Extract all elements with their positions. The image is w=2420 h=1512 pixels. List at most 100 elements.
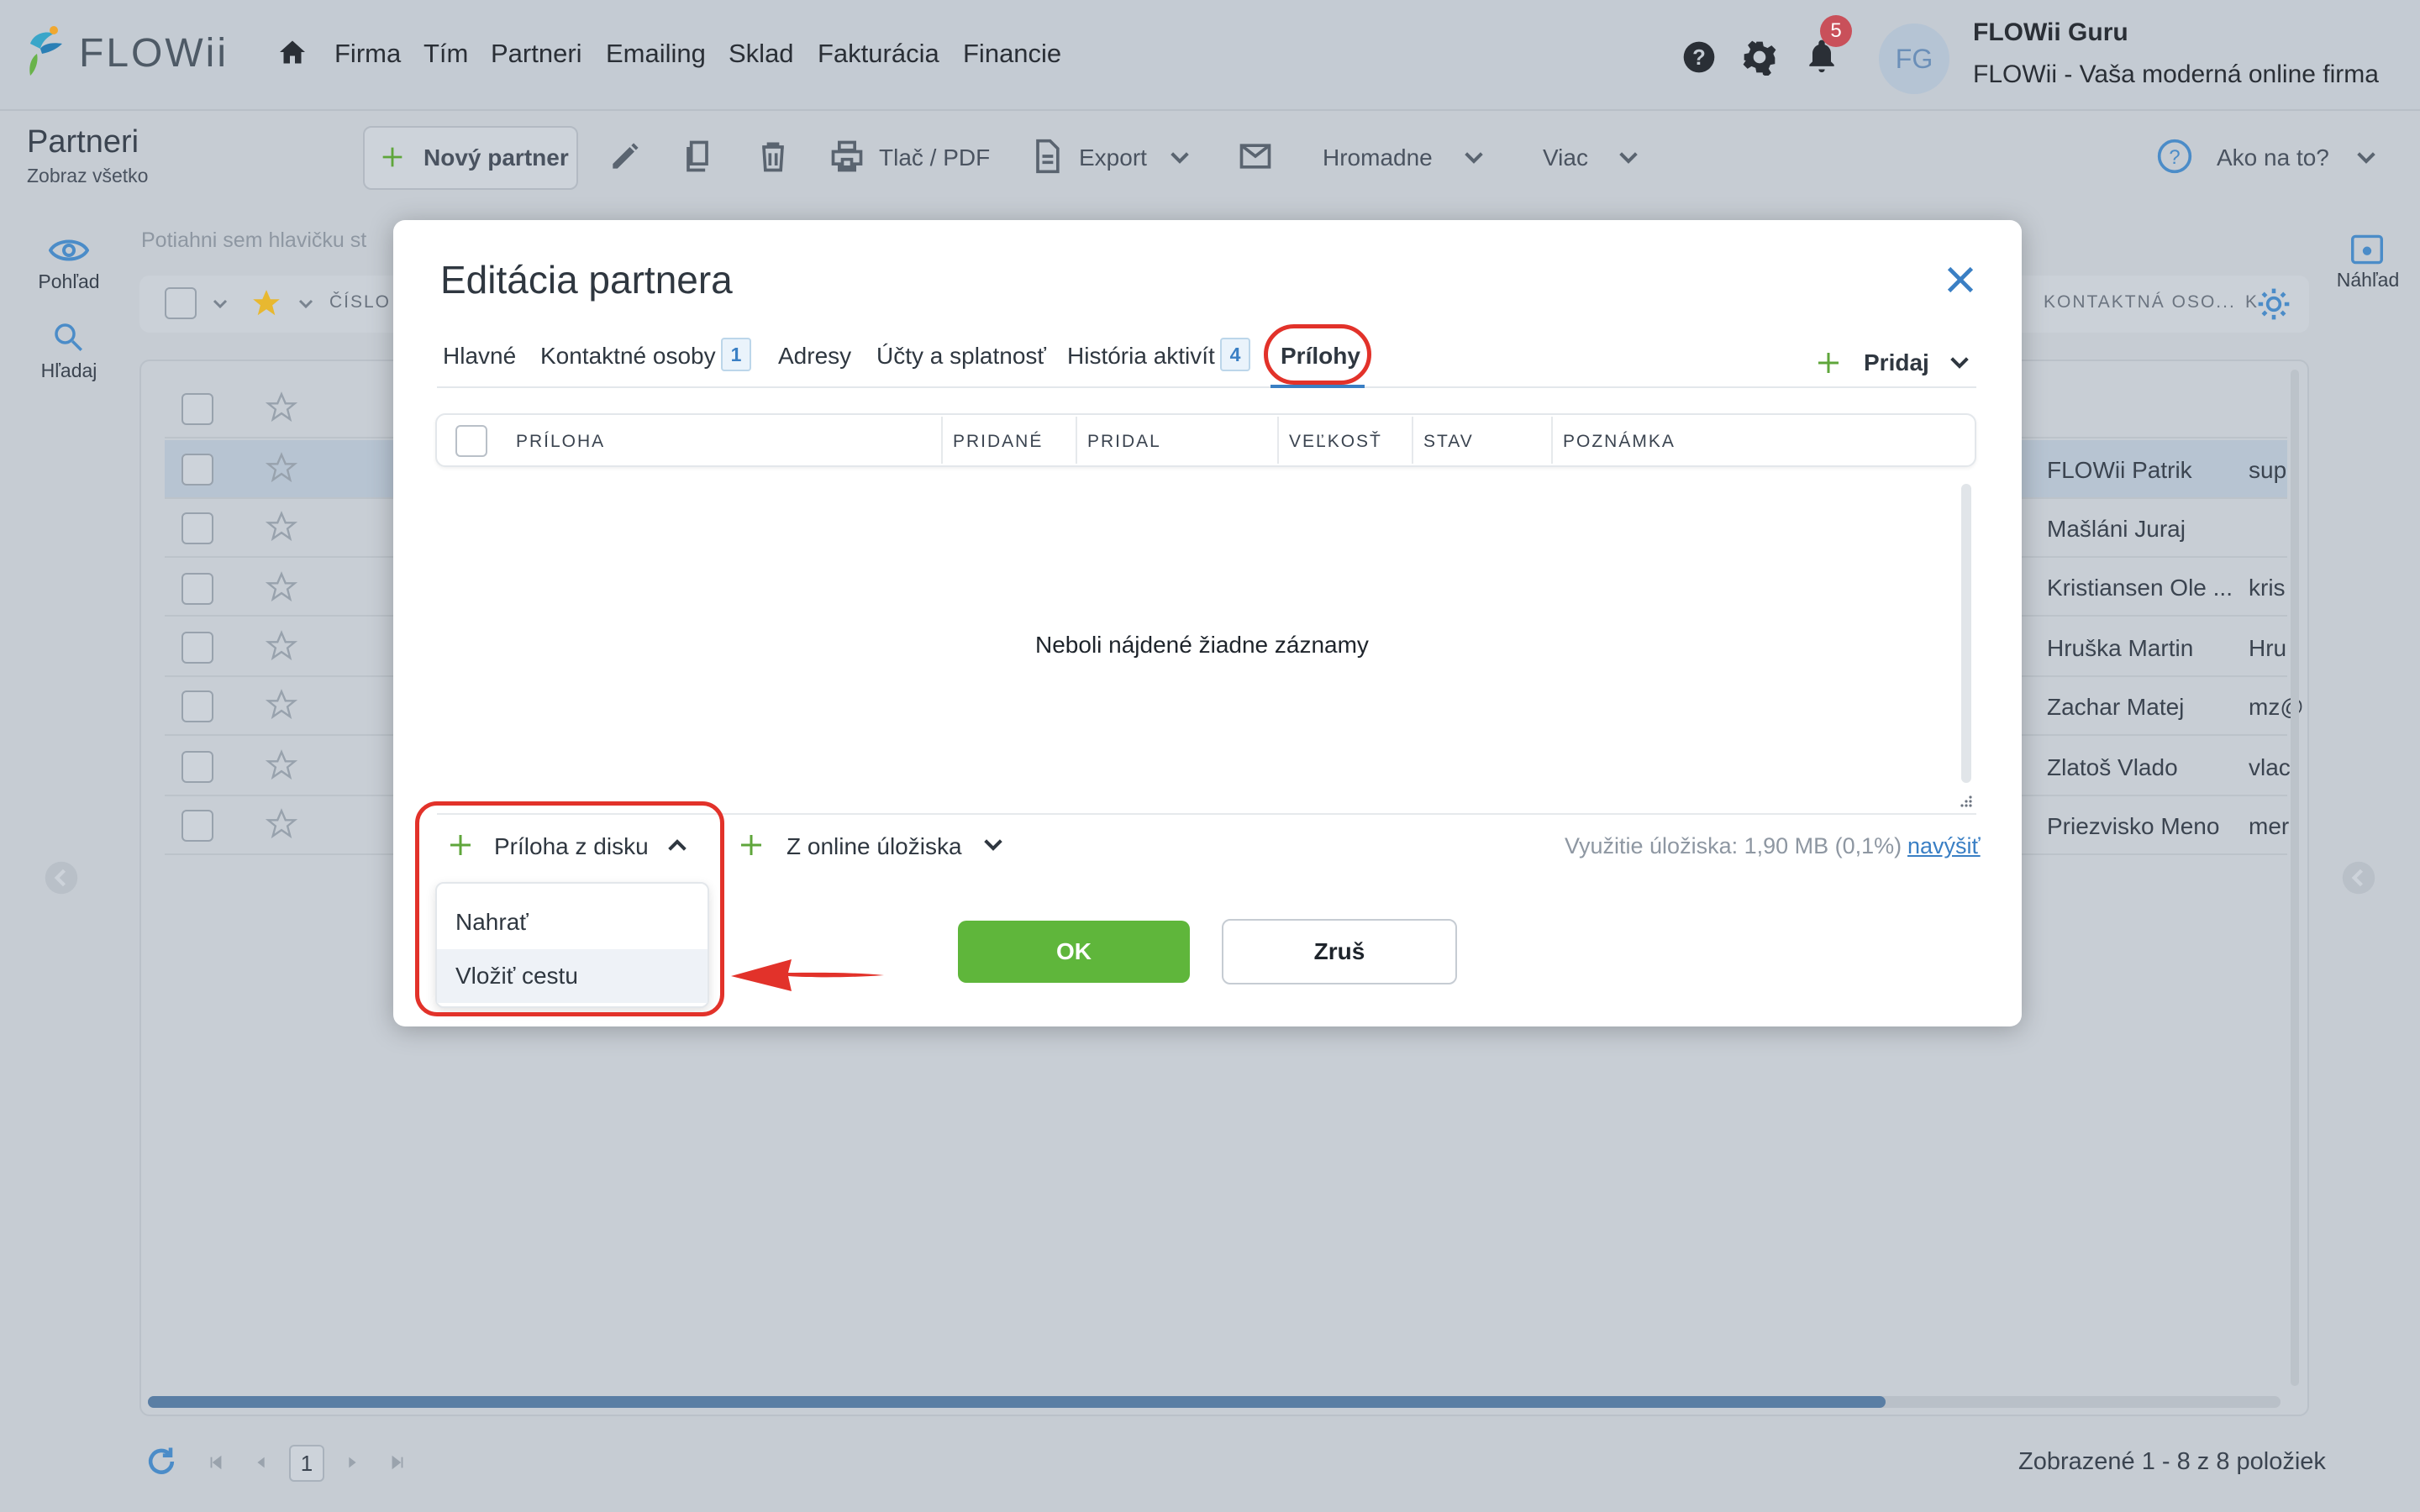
column-added-by[interactable]: PRIDAL bbox=[1087, 432, 1161, 452]
chevron-down-icon[interactable] bbox=[296, 294, 316, 314]
preview-label[interactable]: Náhľad bbox=[2326, 269, 2410, 291]
star-outline-icon[interactable] bbox=[266, 511, 297, 543]
collapse-right-icon[interactable] bbox=[2341, 860, 2376, 895]
user-avatar[interactable]: FG bbox=[1879, 24, 1949, 94]
nav-emailing[interactable]: Emailing bbox=[606, 39, 706, 69]
tab-contact-persons[interactable]: Kontaktné osoby bbox=[540, 343, 716, 370]
next-page-icon[interactable] bbox=[343, 1453, 361, 1472]
chevron-down-icon[interactable] bbox=[1166, 144, 1193, 171]
row-checkbox[interactable] bbox=[182, 393, 213, 425]
nav-fakturacia[interactable]: Fakturácia bbox=[818, 39, 939, 69]
star-outline-icon[interactable] bbox=[266, 452, 297, 484]
brand-name[interactable]: FLOWii bbox=[79, 30, 229, 76]
column-contact-person[interactable]: KONTAKTNÁ OSO... bbox=[2044, 292, 2236, 312]
print-pdf-button[interactable]: Tlač / PDF bbox=[879, 144, 990, 171]
settings-gear-icon[interactable] bbox=[1741, 39, 1778, 76]
row-checkbox[interactable] bbox=[182, 454, 213, 486]
empty-state-message: Neboli nájdené žiadne záznamy bbox=[1035, 632, 1369, 658]
flowii-logo-icon[interactable] bbox=[25, 25, 67, 79]
row-checkbox[interactable] bbox=[182, 573, 213, 605]
vertical-scrollbar[interactable] bbox=[2291, 370, 2299, 1386]
column-number[interactable]: ČÍSLO bbox=[329, 292, 391, 312]
help-icon[interactable]: ? bbox=[1681, 39, 1718, 76]
collapse-left-icon[interactable] bbox=[44, 860, 79, 895]
select-all-checkbox[interactable] bbox=[165, 287, 197, 319]
column-attachment[interactable]: PRÍLOHA bbox=[516, 432, 605, 452]
ok-button[interactable]: OK bbox=[958, 921, 1190, 983]
close-icon[interactable] bbox=[1941, 260, 1980, 299]
nav-tim[interactable]: Tím bbox=[424, 39, 468, 69]
contact-person-cell: Mašláni Juraj bbox=[2047, 516, 2186, 542]
row-checkbox[interactable] bbox=[182, 810, 213, 842]
user-name[interactable]: FLOWii Guru bbox=[1973, 18, 2128, 47]
tab-accounts[interactable]: Účty a splatnosť bbox=[876, 343, 1046, 370]
nav-sklad[interactable]: Sklad bbox=[729, 39, 794, 69]
select-all-attachments-checkbox[interactable] bbox=[455, 425, 487, 457]
search-icon[interactable] bbox=[50, 319, 86, 354]
last-page-icon[interactable] bbox=[388, 1453, 407, 1472]
howto-button[interactable]: Ako na to? bbox=[2217, 144, 2329, 171]
column-note[interactable]: POZNÁMKA bbox=[1563, 432, 1676, 452]
star-outline-icon[interactable] bbox=[266, 630, 297, 662]
resize-handle-icon[interactable] bbox=[1958, 793, 1973, 808]
edit-pencil-icon[interactable] bbox=[607, 138, 644, 175]
attachments-vertical-scrollbar[interactable] bbox=[1961, 484, 1971, 783]
activity-count-badge: 4 bbox=[1220, 338, 1250, 371]
refresh-icon[interactable] bbox=[143, 1443, 180, 1480]
bulk-actions-button[interactable]: Hromadne bbox=[1323, 144, 1433, 171]
search-label[interactable]: Hľadaj bbox=[27, 360, 111, 382]
horizontal-scrollbar-thumb[interactable] bbox=[148, 1396, 1886, 1408]
export-button[interactable]: Export bbox=[1079, 144, 1147, 171]
increase-storage-link[interactable]: navýšiť bbox=[1907, 833, 1981, 859]
row-checkbox[interactable] bbox=[182, 690, 213, 722]
star-outline-icon[interactable] bbox=[266, 808, 297, 840]
tab-activity-history[interactable]: História aktivít bbox=[1067, 343, 1215, 370]
chevron-down-icon[interactable] bbox=[210, 294, 230, 314]
column-status[interactable]: STAV bbox=[1423, 432, 1474, 452]
view-label[interactable]: Pohľad bbox=[27, 270, 111, 293]
chevron-down-icon[interactable] bbox=[980, 832, 1007, 858]
view-eye-icon[interactable] bbox=[49, 234, 89, 267]
column-separator bbox=[1412, 417, 1413, 464]
tab-addresses[interactable]: Adresy bbox=[778, 343, 851, 370]
chevron-down-icon[interactable] bbox=[2353, 144, 2380, 171]
previous-page-icon[interactable] bbox=[252, 1453, 271, 1472]
chevron-down-icon[interactable] bbox=[1460, 144, 1487, 171]
first-page-icon[interactable] bbox=[207, 1453, 225, 1472]
star-outline-icon[interactable] bbox=[266, 391, 297, 423]
row-checkbox[interactable] bbox=[182, 632, 213, 664]
add-button[interactable]: Pridaj bbox=[1864, 349, 1929, 376]
svg-text:?: ? bbox=[1692, 46, 1706, 70]
email-envelope-icon[interactable] bbox=[1237, 138, 1274, 175]
export-document-icon[interactable] bbox=[1028, 138, 1065, 175]
more-button[interactable]: Viac bbox=[1543, 144, 1588, 171]
star-filled-icon[interactable] bbox=[250, 287, 282, 319]
help-circle-icon[interactable]: ? bbox=[2156, 138, 2193, 175]
plus-icon[interactable] bbox=[1813, 348, 1844, 378]
user-company[interactable]: FLOWii - Vaša moderná online firma bbox=[1973, 60, 2379, 89]
star-outline-icon[interactable] bbox=[266, 571, 297, 603]
page-subtitle[interactable]: Zobraz všetko bbox=[27, 165, 148, 187]
home-icon[interactable] bbox=[277, 37, 308, 67]
contact-person-cell: Priezvisko Meno bbox=[2047, 813, 2220, 839]
tab-main[interactable]: Hlavné bbox=[443, 343, 516, 370]
chevron-down-icon[interactable] bbox=[1615, 144, 1642, 171]
current-page[interactable]: 1 bbox=[289, 1445, 324, 1482]
nav-financie[interactable]: Financie bbox=[963, 39, 1061, 69]
copy-icon[interactable] bbox=[679, 138, 716, 175]
nav-firma[interactable]: Firma bbox=[334, 39, 401, 69]
chevron-down-icon[interactable] bbox=[1946, 349, 1973, 376]
row-checkbox[interactable] bbox=[182, 512, 213, 544]
star-outline-icon[interactable] bbox=[266, 749, 297, 781]
column-added[interactable]: PRIDANÉ bbox=[953, 432, 1043, 452]
nav-partneri[interactable]: Partneri bbox=[491, 39, 582, 69]
column-size[interactable]: VEĽKOSŤ bbox=[1289, 432, 1382, 452]
column-settings-gear-icon[interactable] bbox=[2255, 286, 2292, 323]
cancel-button[interactable]: Zruš bbox=[1222, 919, 1457, 984]
attach-from-online-storage-button[interactable]: Z online úložiska bbox=[786, 833, 962, 860]
delete-trash-icon[interactable] bbox=[755, 138, 792, 175]
row-checkbox[interactable] bbox=[182, 751, 213, 783]
preview-icon[interactable] bbox=[2349, 234, 2385, 265]
star-outline-icon[interactable] bbox=[266, 689, 297, 721]
print-icon[interactable] bbox=[829, 138, 865, 175]
